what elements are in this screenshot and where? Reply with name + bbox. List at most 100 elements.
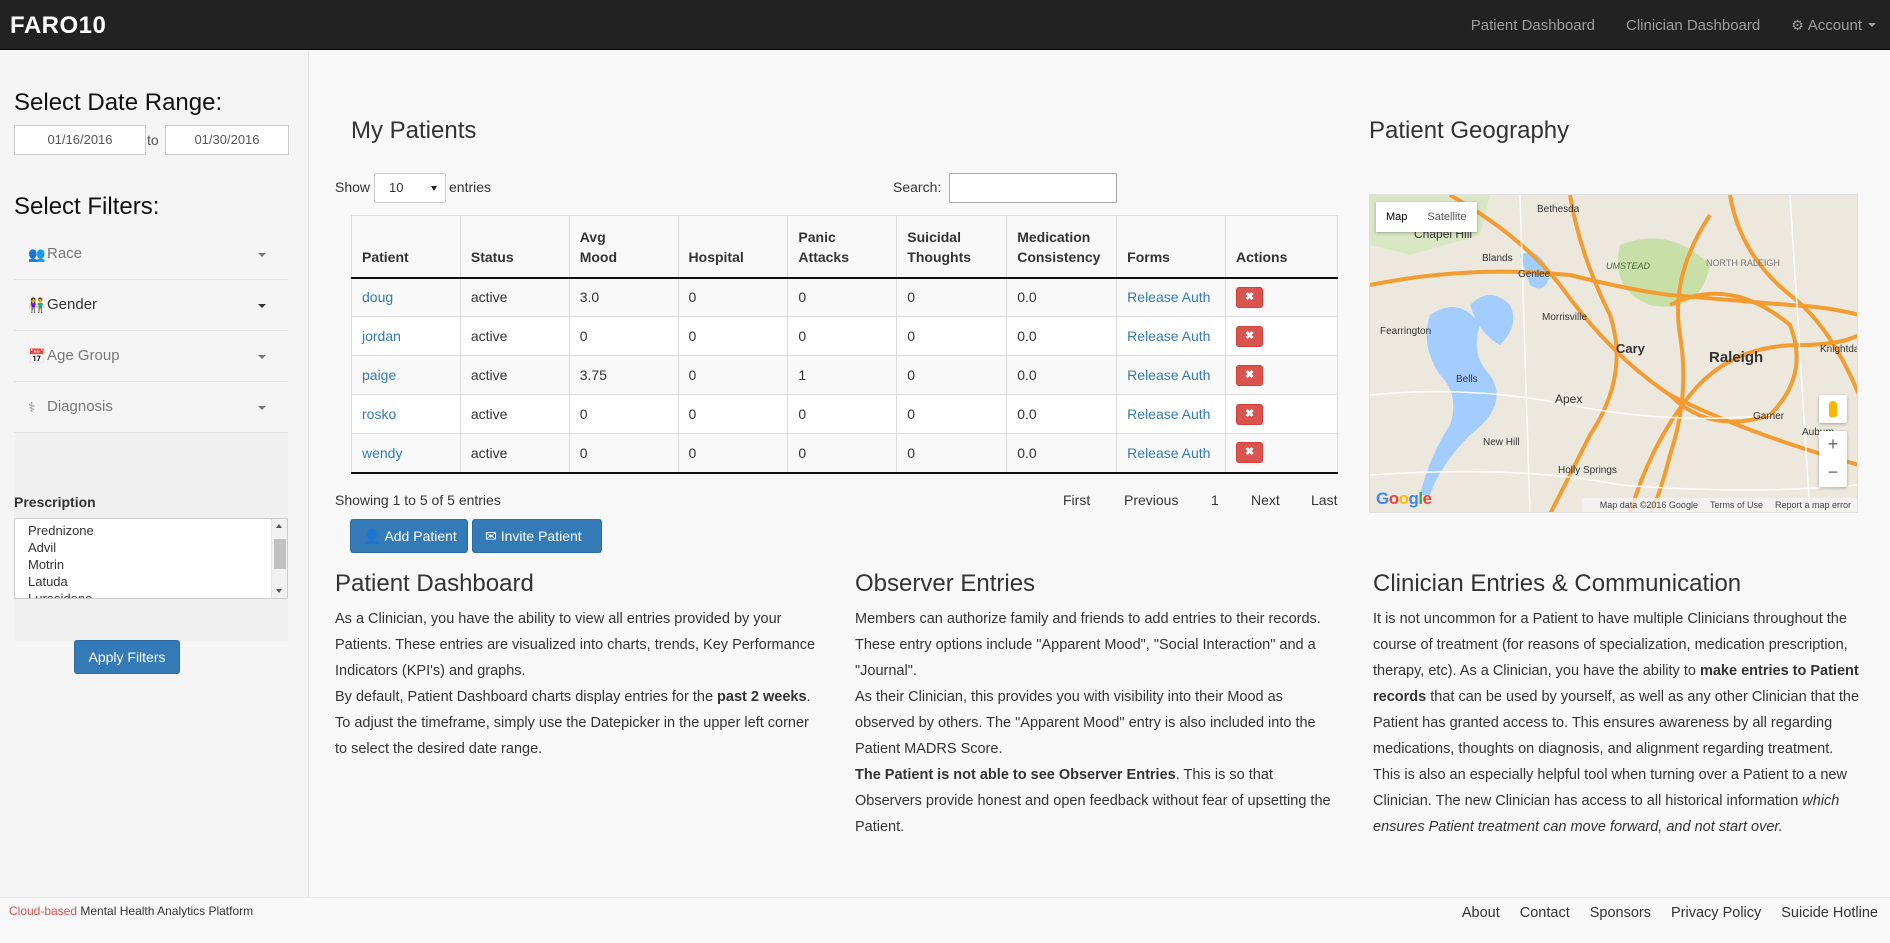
add-patient-button[interactable]: 👤 Add Patient: [350, 519, 468, 553]
map-tab-map[interactable]: Map: [1376, 202, 1417, 232]
hospital-cell: 0: [677, 433, 788, 474]
col-status[interactable]: Status: [459, 215, 570, 279]
filter-age-group[interactable]: 📅 Age Group: [14, 331, 288, 382]
map-label-blands: Blands: [1482, 253, 1513, 264]
col-hospital[interactable]: Hospital: [677, 215, 788, 279]
footer-privacy-link[interactable]: Privacy Policy: [1671, 905, 1761, 921]
release-auth-link[interactable]: Release Auth: [1127, 328, 1210, 344]
zoom-out-button[interactable]: −: [1819, 459, 1847, 487]
col-panic-attacks[interactable]: Panic Attacks: [787, 215, 897, 279]
pager-previous[interactable]: Previous: [1124, 492, 1178, 508]
users-icon: 👥: [28, 246, 46, 262]
footer-about-link[interactable]: About: [1462, 905, 1500, 921]
caret-down-icon: [258, 406, 266, 410]
listbox-option[interactable]: Motrin: [15, 556, 287, 573]
zoom-in-button[interactable]: +: [1819, 431, 1847, 459]
hospital-cell: 0: [677, 277, 788, 317]
apply-filters-button[interactable]: Apply Filters: [74, 640, 180, 674]
table-row: paige active 3.75 0 1 0 0.0 Release Auth…: [351, 355, 1338, 395]
gears-icon: ⚙: [1791, 16, 1804, 33]
col-medication-consistency[interactable]: Medication Consistency: [1006, 215, 1117, 279]
medication-cell: 0.0: [1006, 277, 1117, 317]
invite-patient-label: Invite Patient: [500, 528, 582, 544]
col-actions[interactable]: Actions: [1225, 215, 1338, 279]
scroll-thumb[interactable]: [274, 539, 286, 569]
paragraph: It is not uncommon for a Patient to have…: [1373, 611, 1860, 757]
patient-link[interactable]: paige: [362, 367, 396, 383]
forms-cell: Release Auth: [1116, 433, 1226, 474]
patient-link[interactable]: jordan: [362, 328, 401, 344]
map-label-garner: Garner: [1753, 411, 1785, 422]
listbox-option[interactable]: Prednizone: [15, 522, 287, 539]
actions-cell: ✖: [1225, 355, 1338, 395]
pager-next[interactable]: Next: [1251, 492, 1280, 508]
nav-clinician-dashboard[interactable]: Clinician Dashboard: [1626, 17, 1760, 34]
status-cell: active: [459, 277, 570, 317]
filter-gender[interactable]: 👫 Gender: [14, 280, 288, 331]
caret-down-icon: [431, 186, 437, 191]
delete-patient-button[interactable]: ✖: [1236, 325, 1264, 347]
release-auth-link[interactable]: Release Auth: [1127, 289, 1210, 305]
street-view-pegman[interactable]: [1819, 395, 1847, 423]
listbox-scrollbar[interactable]: [271, 519, 287, 598]
table-row: jordan active 0 0 0 0 0.0 Release Auth ✖: [351, 316, 1338, 356]
forms-cell: Release Auth: [1116, 277, 1226, 317]
panic-cell: 0: [787, 277, 897, 317]
caret-down-icon: [258, 355, 266, 359]
delete-patient-button[interactable]: ✖: [1236, 286, 1264, 308]
pager-first[interactable]: First: [1063, 492, 1090, 508]
patient-map[interactable]: Bethesda Chapel Hill Blands Genlee UMSTE…: [1369, 194, 1858, 513]
patient-link[interactable]: rosko: [362, 406, 396, 422]
brand-logo[interactable]: FARO10: [10, 12, 106, 40]
scroll-up-icon[interactable]: [276, 524, 282, 528]
map-terms-link[interactable]: Terms of Use: [1710, 500, 1763, 510]
release-auth-link[interactable]: Release Auth: [1127, 445, 1210, 461]
release-auth-link[interactable]: Release Auth: [1127, 367, 1210, 383]
delete-patient-button[interactable]: ✖: [1236, 364, 1264, 386]
delete-patient-button[interactable]: ✖: [1236, 403, 1264, 425]
panic-cell: 0: [787, 316, 897, 356]
account-menu[interactable]: ⚙ Account: [1791, 17, 1876, 34]
prescription-listbox[interactable]: Prednizone Advil Motrin Latuda Lurasidon…: [14, 518, 288, 599]
medication-cell: 0.0: [1006, 433, 1117, 474]
footer-links: About Contact Sponsors Privacy Policy Su…: [1442, 905, 1878, 921]
date-to-input[interactable]: 01/30/2016: [165, 125, 289, 155]
patient-link[interactable]: wendy: [362, 445, 402, 461]
suicidal-cell: 0: [896, 433, 1007, 474]
date-to-label: to: [147, 132, 159, 148]
map-tab-satellite[interactable]: Satellite: [1417, 202, 1476, 232]
listbox-option[interactable]: Advil: [15, 539, 287, 556]
search-input[interactable]: [949, 173, 1117, 203]
footer-contact-link[interactable]: Contact: [1520, 905, 1570, 921]
navbar: FARO10 Patient Dashboard Clinician Dashb…: [0, 0, 1890, 50]
date-from-input[interactable]: 01/16/2016: [14, 125, 146, 155]
listbox-option[interactable]: Latuda: [15, 573, 287, 590]
col-patient[interactable]: Patient: [351, 215, 461, 279]
release-auth-link[interactable]: Release Auth: [1127, 406, 1210, 422]
filters-title: Select Filters:: [14, 193, 160, 220]
footer-suicide-hotline-link[interactable]: Suicide Hotline: [1781, 905, 1878, 921]
page-length-select[interactable]: 10: [374, 173, 446, 203]
scroll-down-icon[interactable]: [276, 589, 282, 593]
status-cell: active: [459, 355, 570, 395]
map-report-link[interactable]: Report a map error: [1775, 500, 1851, 510]
patient-link[interactable]: doug: [362, 289, 393, 305]
delete-patient-button[interactable]: ✖: [1236, 442, 1264, 464]
filter-race[interactable]: 👥 Race: [14, 229, 288, 280]
col-forms[interactable]: Forms: [1116, 215, 1226, 279]
nav-links: Patient Dashboard Clinician Dashboard ⚙ …: [1440, 0, 1876, 50]
actions-cell: ✖: [1225, 433, 1338, 474]
sidebar: Select Date Range: 01/16/2016 to 01/30/2…: [0, 51, 309, 897]
filter-diagnosis[interactable]: ⚕ Diagnosis: [14, 382, 288, 433]
nav-patient-dashboard[interactable]: Patient Dashboard: [1471, 17, 1595, 34]
listbox-option[interactable]: Lurasidone: [15, 590, 287, 598]
pegman-icon: [1829, 401, 1837, 417]
invite-patient-button[interactable]: ✉ Invite Patient: [472, 519, 602, 553]
footer-sponsors-link[interactable]: Sponsors: [1590, 905, 1651, 921]
panic-cell: 1: [787, 355, 897, 395]
forms-cell: Release Auth: [1116, 394, 1226, 434]
pager-page-1[interactable]: 1: [1211, 492, 1219, 508]
col-suicidal-thoughts[interactable]: Suicidal Thoughts: [896, 215, 1007, 279]
col-avg-mood[interactable]: Avg Mood: [568, 215, 679, 279]
pager-last[interactable]: Last: [1311, 492, 1337, 508]
